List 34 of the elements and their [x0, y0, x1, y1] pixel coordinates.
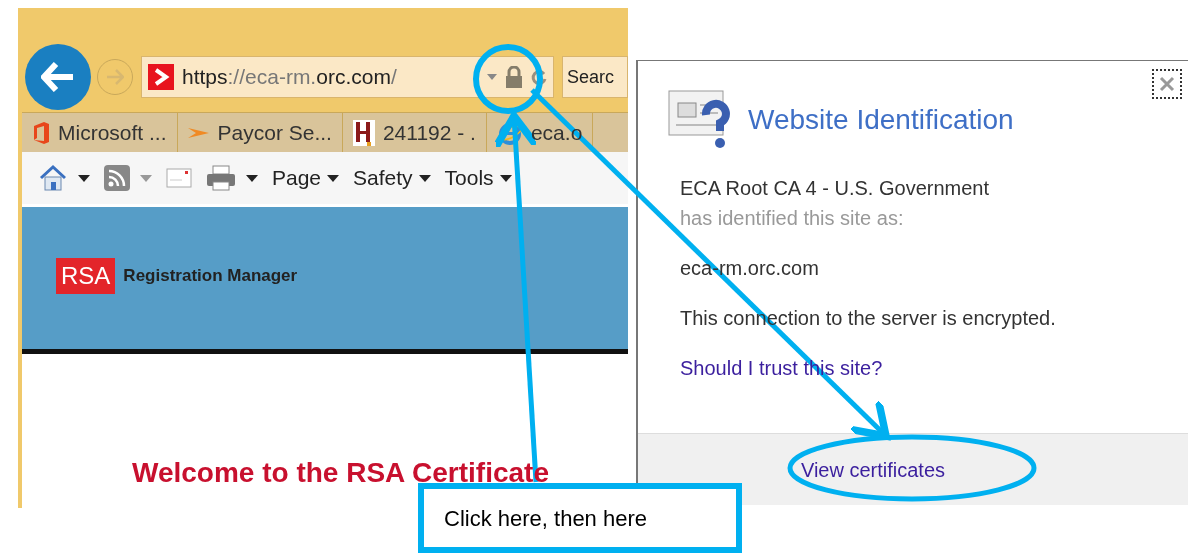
- view-certificates-link[interactable]: View certificates: [800, 454, 946, 485]
- close-button[interactable]: [1152, 69, 1182, 99]
- caret-icon: [499, 174, 512, 182]
- caret-icon: [327, 174, 340, 182]
- address-bar[interactable]: https://eca-rm.orc.com/: [141, 56, 554, 98]
- page-question-icon: [668, 89, 730, 151]
- office-logo-icon: [32, 121, 50, 144]
- lock-icon: [505, 66, 523, 88]
- caret-icon: [140, 174, 152, 182]
- forward-arrow-icon: [106, 69, 124, 85]
- url-text: https://eca-rm.orc.com/: [182, 64, 397, 91]
- menu-button[interactable]: Page: [272, 162, 340, 194]
- search-field[interactable]: Searc: [562, 56, 628, 98]
- caret-icon: [78, 174, 90, 182]
- h-logo-icon: [352, 119, 375, 146]
- home-icon[interactable]: [38, 164, 68, 192]
- feed-icon[interactable]: [104, 165, 130, 191]
- caret-icon: [246, 174, 258, 182]
- issuer-note: has identified this site as:: [680, 206, 905, 231]
- menu-button[interactable]: Tools: [444, 162, 512, 194]
- dialog-title: Website Identification: [748, 103, 1014, 137]
- highlight-circle: [473, 44, 543, 114]
- issuer-name: ECA Root CA 4 - U.S. Government: [680, 176, 990, 201]
- dropdown-caret-icon: [487, 74, 497, 80]
- close-icon: [1159, 76, 1175, 92]
- menu-button[interactable]: Safety: [353, 162, 431, 194]
- caret-icon: [418, 174, 431, 182]
- printer-icon[interactable]: [206, 164, 236, 192]
- site-logo-icon: [148, 64, 174, 90]
- refresh-icon: [531, 68, 547, 86]
- rsa-logo: RSA: [56, 258, 116, 294]
- app-name: Registration Manager: [123, 265, 298, 288]
- callout-text: Click here, then here: [444, 504, 647, 533]
- back-arrow-icon: [41, 62, 75, 92]
